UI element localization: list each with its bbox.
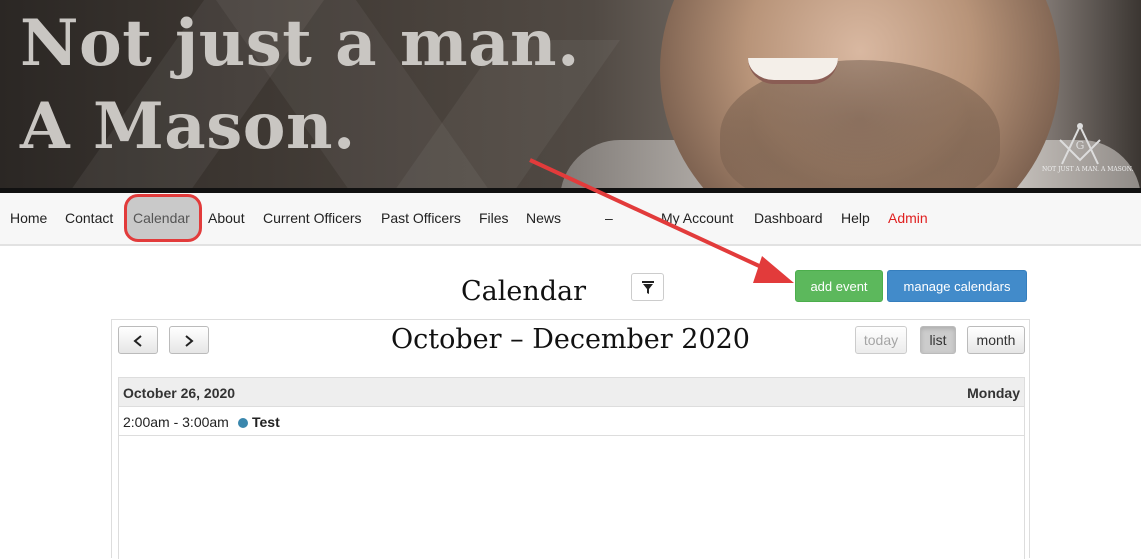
nav-item-current-officers[interactable]: Current Officers xyxy=(263,210,362,226)
main-nav: Home Contact Calendar About Current Offi… xyxy=(0,193,1141,246)
nav-item-help[interactable]: Help xyxy=(841,210,870,226)
manage-calendars-button[interactable]: manage calendars xyxy=(887,270,1027,302)
nav-item-news[interactable]: News xyxy=(526,210,561,226)
event-title[interactable]: Test xyxy=(252,414,280,430)
month-view-button[interactable]: month xyxy=(967,326,1025,354)
logo-letter: G xyxy=(1076,139,1085,152)
banner-headline-line1: Not just a man. xyxy=(20,6,580,81)
list-day-header: October 26, 2020 Monday xyxy=(119,378,1024,407)
nav-item-calendar-label[interactable]: Calendar xyxy=(133,210,190,226)
list-day-date[interactable]: October 26, 2020 xyxy=(123,385,235,401)
banner-headline-line2: A Mason. xyxy=(20,89,356,164)
logo-tagline: NOT JUST A MAN. A MASON. xyxy=(1042,166,1134,173)
filter-icon xyxy=(642,281,654,294)
nav-item-home[interactable]: Home xyxy=(10,210,47,226)
event-list: October 26, 2020 Monday 2:00am - 3:00am … xyxy=(118,377,1025,559)
nav-item-files[interactable]: Files xyxy=(479,210,509,226)
banner-photo-smile xyxy=(748,58,838,84)
page-title: Calendar xyxy=(461,276,587,307)
hero-banner: Not just a man. A Mason. G NOT JUST A MA… xyxy=(0,0,1141,188)
today-button[interactable]: today xyxy=(855,326,907,354)
list-view-button[interactable]: list xyxy=(920,326,956,354)
nav-item-contact[interactable]: Contact xyxy=(65,210,115,226)
event-time: 2:00am - 3:00am xyxy=(123,414,229,430)
add-event-button[interactable]: add event xyxy=(795,270,883,302)
nav-item-admin[interactable]: Admin xyxy=(888,210,928,226)
event-color-dot xyxy=(238,418,248,428)
nav-item-about[interactable]: About xyxy=(208,210,245,226)
list-day-weekday[interactable]: Monday xyxy=(967,385,1020,401)
nav-item-past-officers[interactable]: Past Officers xyxy=(381,210,461,226)
nav-item-dashboard[interactable]: Dashboard xyxy=(754,210,823,226)
filter-button[interactable] xyxy=(631,273,664,301)
calendar-widget: October – December 2020 today list month… xyxy=(111,319,1030,559)
nav-item-my-account[interactable]: My Account xyxy=(661,210,733,226)
nav-separator: – xyxy=(605,210,613,226)
list-event-row[interactable]: 2:00am - 3:00am Test xyxy=(119,407,1024,436)
